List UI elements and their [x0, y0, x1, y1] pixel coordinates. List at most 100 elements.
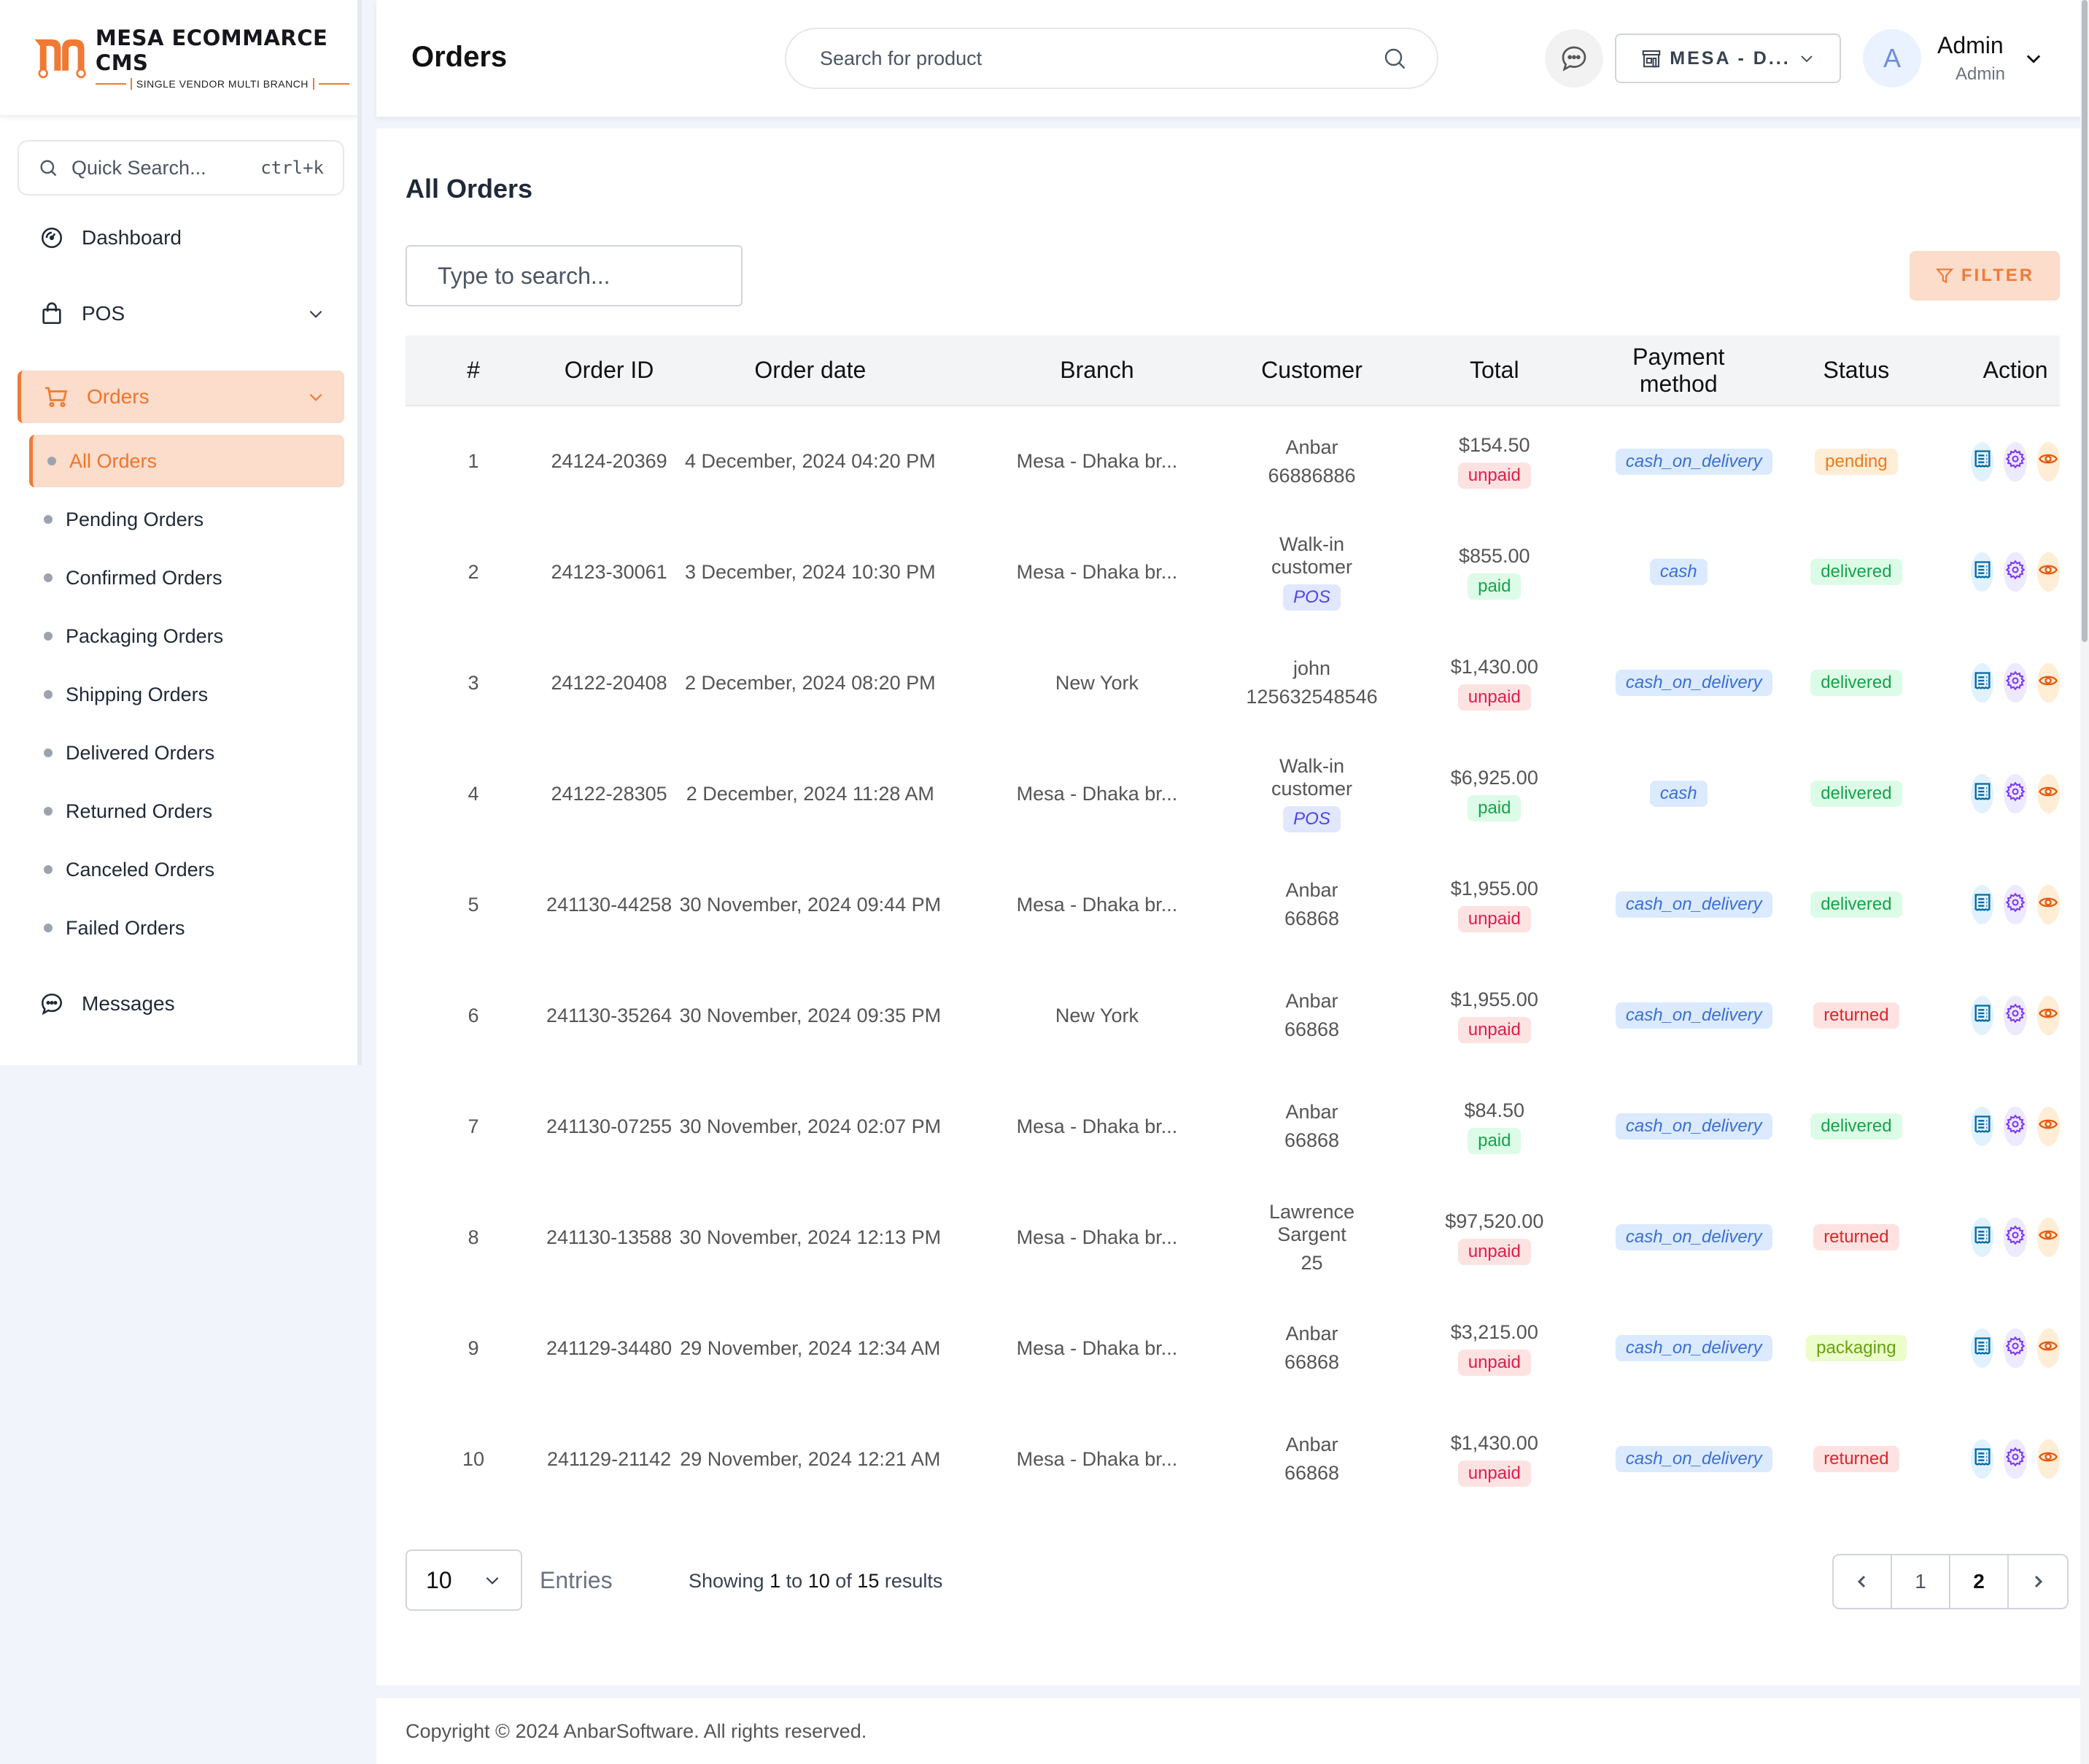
chevron-down-icon[interactable]: [2023, 48, 2044, 69]
sidebar-item-messages[interactable]: Messages: [18, 978, 344, 1030]
order-id[interactable]: 241130-13588: [541, 1182, 677, 1293]
page-button-1[interactable]: 1: [1892, 1555, 1950, 1608]
invoice-button[interactable]: [1971, 1218, 1994, 1257]
sidebar-subitem-canceled-orders[interactable]: Canceled Orders: [29, 843, 344, 896]
settings-button[interactable]: [2004, 885, 2027, 924]
invoice-button[interactable]: [1971, 552, 1994, 592]
invoice-button[interactable]: [1971, 1328, 1994, 1368]
view-button[interactable]: [2036, 996, 2060, 1035]
settings-button[interactable]: [2004, 552, 2027, 592]
order-id[interactable]: 24124-20369: [541, 406, 677, 517]
order-id[interactable]: 241130-35264: [541, 960, 677, 1071]
sidebar-subitem-shipping-orders[interactable]: Shipping Orders: [29, 668, 344, 721]
view-button[interactable]: [2036, 774, 2060, 813]
table-row[interactable]: 9 241129-34480 29 November, 2024 12:34 AM M…: [406, 1293, 2060, 1404]
customer-name: Lawrence Sargent: [1268, 1200, 1355, 1245]
view-button[interactable]: [2036, 1439, 2060, 1479]
view-button[interactable]: [2036, 1107, 2060, 1146]
table-search-input[interactable]: [438, 262, 744, 290]
view-button[interactable]: [2036, 552, 2060, 592]
table-search[interactable]: [406, 245, 744, 306]
col-header-order-date[interactable]: Order date: [677, 336, 943, 406]
invoice-button[interactable]: [1971, 996, 1994, 1035]
page-button-2[interactable]: 2: [1950, 1555, 2009, 1608]
invoice-button[interactable]: [1971, 774, 1994, 813]
table-row[interactable]: 2 24123-30061 3 December, 2024 10:30 PM Mes…: [406, 517, 2060, 627]
col-header-branch[interactable]: Branch: [944, 336, 1251, 406]
user-name[interactable]: Admin: [1937, 32, 2004, 59]
order-id[interactable]: 24122-28305: [541, 738, 677, 849]
invoice-button[interactable]: [1971, 663, 1994, 703]
action-cell: [1971, 1182, 2060, 1293]
order-id[interactable]: 241130-44258: [541, 849, 677, 960]
view-button[interactable]: [2036, 441, 2060, 481]
sidebar-subitem-pending-orders[interactable]: Pending Orders: [29, 493, 344, 546]
col-header-status[interactable]: Status: [1742, 336, 1972, 406]
payment-status-badge: unpaid: [1457, 1238, 1531, 1265]
order-id[interactable]: 241129-21142: [541, 1404, 677, 1515]
settings-button[interactable]: [2004, 1218, 2027, 1257]
col-header-index[interactable]: #: [406, 336, 541, 406]
scrollbar-thumb[interactable]: [2082, 0, 2088, 642]
avatar[interactable]: A: [1863, 29, 1921, 88]
invoice-icon: [1972, 449, 1993, 474]
table-row[interactable]: 6 241130-35264 30 November, 2024 09:35 PM N…: [406, 960, 2060, 1071]
view-button[interactable]: [2036, 1328, 2060, 1368]
logo[interactable]: MESA ECOMMARCE CMS SINGLE VENDOR MULTI B…: [0, 0, 357, 117]
sidebar-subitem-failed-orders[interactable]: Failed Orders: [29, 902, 344, 954]
order-id[interactable]: 241130-07255: [541, 1071, 677, 1182]
order-date: 3 December, 2024 10:30 PM: [684, 560, 936, 583]
view-button[interactable]: [2036, 885, 2060, 924]
order-id[interactable]: 241129-34480: [541, 1293, 677, 1404]
table-row[interactable]: 7 241130-07255 30 November, 2024 02:07 PM M…: [406, 1071, 2060, 1182]
sidebar-item-orders[interactable]: Orders: [18, 371, 344, 423]
col-header-total[interactable]: Total: [1373, 336, 1616, 406]
table-row[interactable]: 4 24122-28305 2 December, 2024 11:28 AM Mes…: [406, 738, 2060, 849]
sidebar-item-pos[interactable]: POS: [18, 287, 344, 340]
col-header-customer[interactable]: Customer: [1250, 336, 1373, 406]
sidebar-item-dashboard[interactable]: Dashboard: [18, 212, 344, 264]
branch-selector[interactable]: MESA - D...: [1615, 34, 1841, 83]
product-search-input[interactable]: [820, 47, 1381, 70]
col-header-payment-method[interactable]: Payment method: [1616, 336, 1742, 406]
view-button[interactable]: [2036, 1218, 2060, 1257]
table-row[interactable]: 8 241130-13588 30 November, 2024 12:13 PM M…: [406, 1182, 2060, 1293]
order-id[interactable]: 24122-20408: [541, 627, 677, 738]
table-row[interactable]: 5 241130-44258 30 November, 2024 09:44 PM M…: [406, 849, 2060, 960]
invoice-button[interactable]: [1971, 885, 1994, 924]
page-size-select[interactable]: 10: [406, 1550, 522, 1611]
quick-search[interactable]: Quick Search... ctrl+k: [18, 140, 344, 196]
messages-button[interactable]: [1545, 29, 1603, 88]
sidebar-subitem-packaging-orders[interactable]: Packaging Orders: [29, 610, 344, 662]
sidebar-subitem-confirmed-orders[interactable]: Confirmed Orders: [29, 552, 344, 604]
settings-button[interactable]: [2004, 1328, 2027, 1368]
col-header-order-id[interactable]: Order ID: [541, 336, 677, 406]
filter-button[interactable]: FILTER: [1910, 251, 2060, 301]
invoice-button[interactable]: [1971, 1107, 1994, 1146]
table-row[interactable]: 1 24124-20369 4 December, 2024 04:20 PM Mes…: [406, 406, 2060, 517]
sidebar-item-products[interactable]: Products: [18, 1055, 344, 1065]
invoice-button[interactable]: [1971, 1439, 1994, 1479]
settings-button[interactable]: [2004, 441, 2027, 481]
order-id[interactable]: 24123-30061: [541, 517, 677, 627]
quick-search-placeholder: Quick Search...: [71, 156, 206, 179]
product-search[interactable]: [785, 28, 1438, 89]
settings-button[interactable]: [2004, 996, 2027, 1035]
table-row[interactable]: 10 241129-21142 29 November, 2024 12:21 AM…: [406, 1404, 2060, 1515]
table-row[interactable]: 3 24122-20408 2 December, 2024 08:20 PM New…: [406, 627, 2060, 738]
next-page-button[interactable]: [2009, 1555, 2067, 1608]
total-cell: $97,520.00 unpaid: [1373, 1182, 1616, 1293]
settings-button[interactable]: [2004, 1107, 2027, 1146]
sidebar-subitem-returned-orders[interactable]: Returned Orders: [29, 785, 344, 837]
invoice-button[interactable]: [1971, 441, 1994, 481]
settings-button[interactable]: [2004, 663, 2027, 703]
settings-button[interactable]: [2004, 774, 2027, 813]
payment-status-badge: paid: [1468, 1127, 1522, 1154]
sidebar-subitem-delivered-orders[interactable]: Delivered Orders: [29, 727, 344, 779]
view-button[interactable]: [2036, 663, 2060, 703]
prev-page-button[interactable]: [1834, 1555, 1892, 1608]
sidebar-subitem-all-orders[interactable]: All Orders: [29, 435, 344, 487]
payment-status-badge: paid: [1468, 794, 1522, 821]
settings-button[interactable]: [2004, 1439, 2027, 1479]
search-icon[interactable]: [1381, 45, 1408, 71]
